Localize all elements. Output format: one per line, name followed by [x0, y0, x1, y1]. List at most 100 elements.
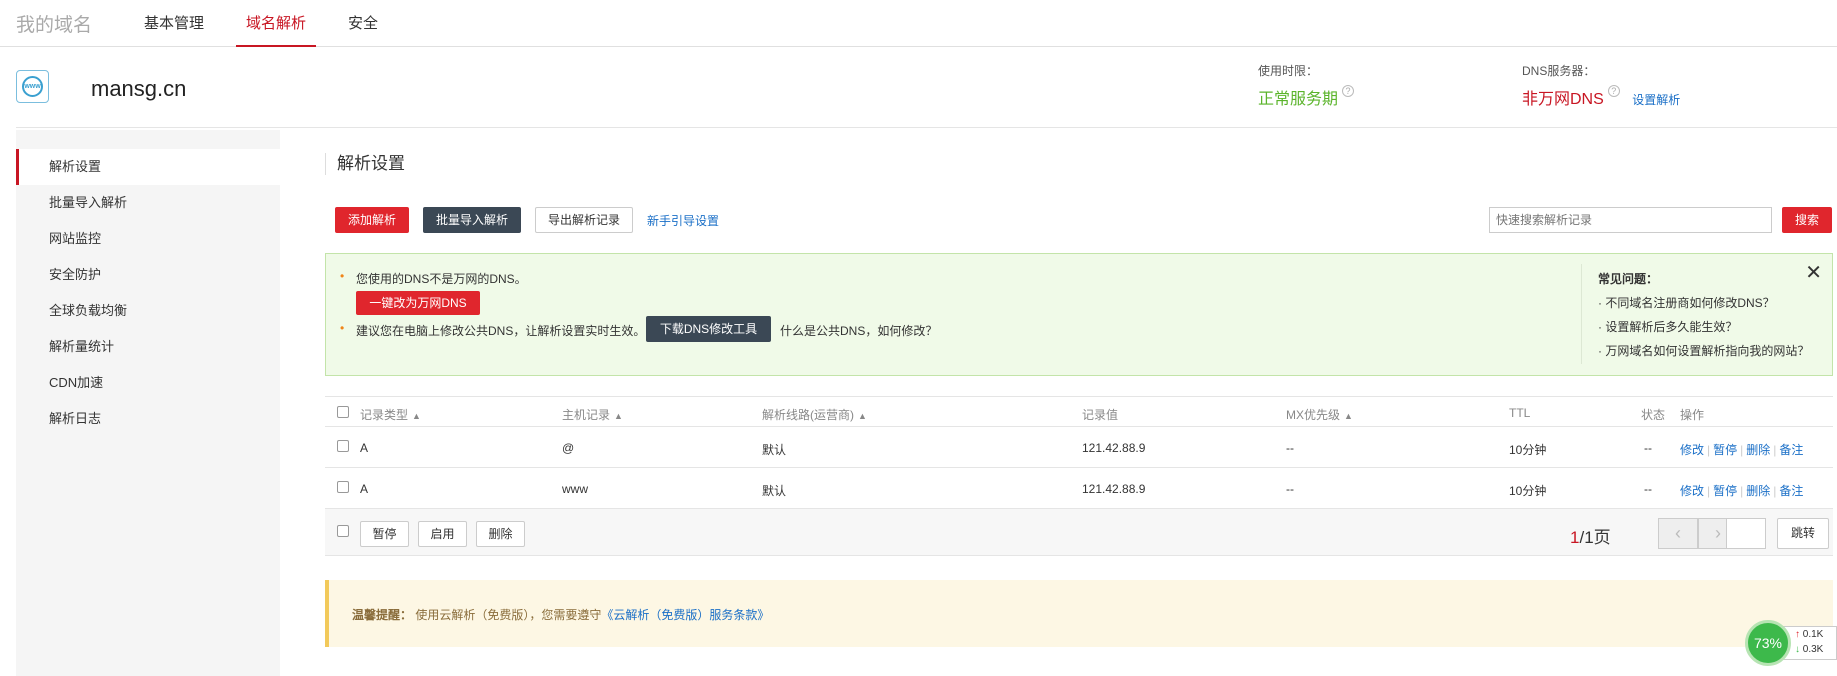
- cell-mx: --: [1286, 482, 1294, 496]
- search-button[interactable]: 搜索: [1782, 207, 1832, 233]
- header-ttl: TTL: [1509, 406, 1531, 420]
- pause-link[interactable]: 暂停: [1713, 484, 1737, 498]
- page-number-input[interactable]: [1726, 518, 1766, 549]
- cell-line: 默认: [762, 443, 787, 457]
- download-dns-tool-button[interactable]: 下载DNS修改工具: [646, 316, 771, 342]
- faq-title: 常见问题：: [1598, 272, 1659, 286]
- guide-link[interactable]: 新手引导设置: [647, 212, 719, 229]
- header-host[interactable]: 主机记录 ▲: [562, 406, 623, 423]
- bulk-pause-button[interactable]: 暂停: [360, 521, 409, 547]
- header-line[interactable]: 解析线路(运营商) ▲: [762, 406, 867, 423]
- usage-label: 使用时限：: [1258, 64, 1319, 78]
- sidebar-item-stats[interactable]: 解析量统计: [16, 329, 280, 365]
- table-header: 记录类型 ▲ 主机记录 ▲ 解析线路(运营商) ▲ 记录值 MX优先级 ▲ TTL 状态…: [325, 396, 1833, 427]
- header-ops: 操作: [1680, 408, 1705, 422]
- sidebar-item-site-monitor[interactable]: 网站监控: [16, 221, 280, 257]
- select-all-checkbox[interactable]: [337, 525, 349, 537]
- dns-value: 非万网DNS: [1522, 91, 1604, 108]
- notice-line2: 建议您在电脑上修改公共DNS，让解析设置实时生效。: [356, 324, 646, 338]
- tab-basic[interactable]: 基本管理: [144, 12, 204, 47]
- cell-ttl: 10分钟: [1509, 443, 1547, 457]
- table-row: A @ 默认 121.42.88.9 -- 10分钟 -- 修改 | 暂停 | 删除 | 备…: [325, 427, 1833, 468]
- download-arrow-icon: ↓: [1795, 644, 1800, 655]
- delete-link[interactable]: 删除: [1746, 443, 1770, 457]
- row-ops: 修改 | 暂停 | 删除 | 备注: [1680, 484, 1804, 498]
- www-icon: www: [16, 70, 49, 103]
- upload-arrow-icon: ↑: [1795, 629, 1800, 640]
- sort-icon: ▲: [614, 411, 623, 421]
- upload-speed: 0.1K: [1802, 629, 1824, 640]
- page-indicator: 1/1页: [1570, 528, 1611, 547]
- bulk-delete-button[interactable]: 删除: [476, 521, 525, 547]
- table-row: A www 默认 121.42.88.9 -- 10分钟 -- 修改 | 暂停 | 删除…: [325, 468, 1833, 509]
- notice-line1: 您使用的DNS不是万网的DNS。: [356, 272, 527, 286]
- note-link[interactable]: 备注: [1779, 484, 1803, 498]
- sidebar-item-dns-settings[interactable]: 解析设置: [16, 149, 280, 185]
- cell-host: www: [562, 482, 588, 496]
- domain-name: mansg.cn: [91, 76, 187, 101]
- add-record-button[interactable]: 添加解析: [335, 207, 409, 233]
- switch-dns-button[interactable]: 一键改为万网DNS: [356, 291, 480, 315]
- set-dns-link[interactable]: 设置解析: [1632, 93, 1680, 107]
- page-title: 解析设置: [325, 153, 405, 175]
- usage-value: 正常服务期: [1258, 91, 1339, 108]
- tab-security[interactable]: 安全: [348, 12, 378, 47]
- reminder-text: 温馨提醒： 使用云解析（免费版），您需要遵守《云解析（免费版）服务条款》: [352, 608, 770, 622]
- cell-host: @: [562, 441, 575, 455]
- domain-header: www mansg.cn 使用时限： 正常服务期? DNS服务器： 非万网DNS…: [16, 48, 1837, 128]
- public-dns-link[interactable]: 什么是公共DNS，如何修改？: [780, 322, 937, 339]
- cell-value: 121.42.88.9: [1082, 441, 1146, 455]
- bulk-enable-button[interactable]: 启用: [418, 521, 467, 547]
- sort-icon: ▲: [858, 411, 867, 421]
- jump-button[interactable]: 跳转: [1777, 518, 1829, 549]
- prev-page-button[interactable]: ‹: [1658, 518, 1698, 549]
- edit-link[interactable]: 修改: [1680, 484, 1704, 498]
- usage-info: 使用时限： 正常服务期?: [1258, 62, 1355, 109]
- header-mx[interactable]: MX优先级 ▲: [1286, 406, 1353, 423]
- cell-type: A: [360, 482, 369, 496]
- sidebar-item-batch-import[interactable]: 批量导入解析: [16, 185, 280, 221]
- sidebar-item-security[interactable]: 安全防护: [16, 257, 280, 293]
- dns-notice: • 您使用的DNS不是万网的DNS。 一键改为万网DNS • 建议您在电脑上修改…: [325, 253, 1833, 376]
- faq-item[interactable]: · 设置解析后多久能生效？: [1598, 318, 1737, 335]
- table-footer: 暂停 启用 删除 1/1页 ‹ › 跳转: [325, 509, 1833, 556]
- reminder-box: 温馨提醒： 使用云解析（免费版），您需要遵守《云解析（免费版）服务条款》: [325, 580, 1833, 647]
- row-ops: 修改 | 暂停 | 删除 | 备注: [1680, 443, 1804, 457]
- cell-status: --: [1644, 441, 1652, 455]
- sort-icon: ▲: [412, 411, 421, 421]
- tab-dns[interactable]: 域名解析: [236, 12, 317, 47]
- network-speed-widget[interactable]: ↑ 0.1K ↓ 0.3K 73%: [1745, 618, 1837, 668]
- dns-label: DNS服务器：: [1522, 64, 1596, 78]
- faq-item[interactable]: · 不同域名注册商如何修改DNS？: [1598, 294, 1775, 311]
- delete-link[interactable]: 删除: [1746, 484, 1770, 498]
- close-icon[interactable]: ✕: [1805, 260, 1822, 285]
- cell-type: A: [360, 441, 369, 455]
- terms-link[interactable]: 《云解析（免费版）服务条款》: [601, 608, 769, 622]
- cell-value: 121.42.88.9: [1082, 482, 1146, 496]
- sidebar-item-load-balance[interactable]: 全球负载均衡: [16, 293, 280, 329]
- export-button[interactable]: 导出解析记录: [535, 207, 633, 233]
- header-type[interactable]: 记录类型 ▲: [360, 406, 421, 423]
- header-value: 记录值: [1082, 408, 1119, 422]
- cell-status: --: [1644, 482, 1652, 496]
- note-link[interactable]: 备注: [1779, 443, 1803, 457]
- edit-link[interactable]: 修改: [1680, 443, 1704, 457]
- sidebar-item-log[interactable]: 解析日志: [16, 401, 280, 437]
- header-status: 状态: [1641, 408, 1666, 422]
- dns-info: DNS服务器： 非万网DNS? 设置解析: [1522, 62, 1680, 109]
- batch-import-button[interactable]: 批量导入解析: [423, 207, 521, 233]
- faq-item[interactable]: · 万网域名如何设置解析指向我的网站？: [1598, 342, 1809, 359]
- top-nav: 我的域名 基本管理 域名解析 安全: [0, 0, 1837, 47]
- cell-mx: --: [1286, 441, 1294, 455]
- search-input[interactable]: [1489, 207, 1772, 233]
- brand-title[interactable]: 我的域名: [16, 10, 92, 37]
- help-icon[interactable]: ?: [1342, 85, 1355, 97]
- sidebar-item-cdn[interactable]: CDN加速: [16, 365, 280, 401]
- help-icon[interactable]: ?: [1607, 85, 1620, 97]
- row-checkbox[interactable]: [337, 440, 349, 452]
- speed-percent[interactable]: 73%: [1745, 620, 1791, 666]
- row-checkbox[interactable]: [337, 481, 349, 493]
- pause-link[interactable]: 暂停: [1713, 443, 1737, 457]
- cell-line: 默认: [762, 484, 787, 498]
- select-all-checkbox[interactable]: [337, 406, 349, 418]
